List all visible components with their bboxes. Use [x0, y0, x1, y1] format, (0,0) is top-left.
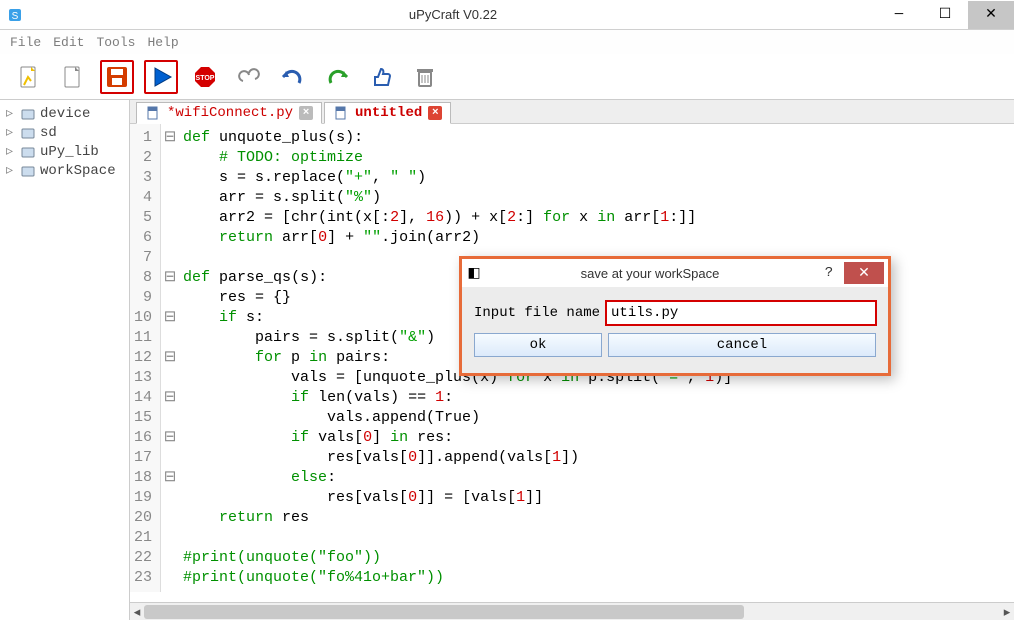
menu-edit[interactable]: Edit — [53, 35, 84, 50]
file-tree[interactable]: ▹ device ▹ sd ▹ uPy_lib ▹ workSpace — [0, 100, 130, 620]
stop-icon[interactable]: STOP — [188, 60, 222, 94]
dialog-help-button[interactable]: ? — [814, 265, 844, 281]
tree-label: sd — [40, 125, 57, 141]
expand-icon[interactable]: ▹ — [6, 105, 16, 122]
menu-tools[interactable]: Tools — [96, 35, 135, 50]
line-gutter: 1 2 3 4 5 6 7 8 9 10 11 12 13 14 15 16 1… — [130, 124, 161, 592]
tab[interactable]: untitled × — [324, 102, 451, 124]
expand-icon[interactable]: ▹ — [6, 143, 16, 160]
file-icon — [333, 105, 349, 121]
tree-label: device — [40, 106, 90, 122]
save-icon[interactable] — [100, 60, 134, 94]
expand-icon[interactable]: ▹ — [6, 124, 16, 141]
maximize-button[interactable]: ☐ — [922, 1, 968, 29]
new-file-icon[interactable] — [12, 60, 46, 94]
save-dialog: ◧ save at your workSpace ? ✕ Input file … — [459, 256, 891, 376]
tab-label: *wifiConnect.py — [167, 105, 293, 121]
folder-icon — [20, 144, 36, 160]
window-title: uPyCraft V0.22 — [30, 7, 876, 22]
hscrollbar[interactable]: ◂ ▸ — [130, 602, 1014, 620]
cancel-button[interactable]: cancel — [608, 333, 876, 357]
trash-icon[interactable] — [408, 60, 442, 94]
svg-text:S: S — [12, 11, 19, 22]
title-bar: S uPyCraft V0.22 ─ ☐ ✕ — [0, 0, 1014, 30]
scroll-left-icon[interactable]: ◂ — [130, 603, 144, 621]
menu-bar: File Edit Tools Help — [0, 30, 1014, 54]
tab-bar: *wifiConnect.py × untitled × — [130, 100, 1014, 124]
folder-icon — [20, 163, 36, 179]
folder-icon — [20, 125, 36, 141]
open-file-icon[interactable] — [56, 60, 90, 94]
tree-item-upylib[interactable]: ▹ uPy_lib — [0, 142, 129, 161]
tree-item-device[interactable]: ▹ device — [0, 104, 129, 123]
tree-item-sd[interactable]: ▹ sd — [0, 123, 129, 142]
connect-icon[interactable] — [232, 60, 266, 94]
scroll-right-icon[interactable]: ▸ — [1000, 603, 1014, 621]
filename-label: Input file name — [474, 305, 600, 321]
file-icon — [145, 105, 161, 121]
tab-close-icon[interactable]: × — [299, 106, 313, 120]
undo-icon[interactable] — [276, 60, 310, 94]
svg-text:STOP: STOP — [196, 75, 215, 82]
menu-file[interactable]: File — [10, 35, 41, 50]
redo-icon[interactable] — [320, 60, 354, 94]
ok-button[interactable]: ok — [474, 333, 602, 357]
dialog-close-button[interactable]: ✕ — [844, 262, 884, 284]
fold-column[interactable]: ⊟ ⊟ ⊟ ⊟ ⊟ ⊟ ⊟ — [161, 124, 179, 592]
toolbar: STOP — [0, 54, 1014, 100]
close-button[interactable]: ✕ — [968, 1, 1014, 29]
menu-help[interactable]: Help — [147, 35, 178, 50]
tab-label: untitled — [355, 105, 422, 121]
run-icon[interactable] — [144, 60, 178, 94]
tab[interactable]: *wifiConnect.py × — [136, 102, 322, 124]
tree-item-workspace[interactable]: ▹ workSpace — [0, 161, 129, 180]
dialog-icon: ◧ — [462, 265, 486, 282]
tree-label: uPy_lib — [40, 144, 99, 160]
tree-label: workSpace — [40, 163, 116, 179]
filename-input[interactable] — [606, 301, 876, 325]
thumbs-up-icon[interactable] — [364, 60, 398, 94]
folder-icon — [20, 106, 36, 122]
scroll-thumb[interactable] — [144, 605, 744, 619]
expand-icon[interactable]: ▹ — [6, 162, 16, 179]
tab-close-icon[interactable]: × — [428, 106, 442, 120]
dialog-title: save at your workSpace — [486, 266, 814, 281]
app-icon: S — [0, 7, 30, 23]
minimize-button[interactable]: ─ — [876, 1, 922, 29]
